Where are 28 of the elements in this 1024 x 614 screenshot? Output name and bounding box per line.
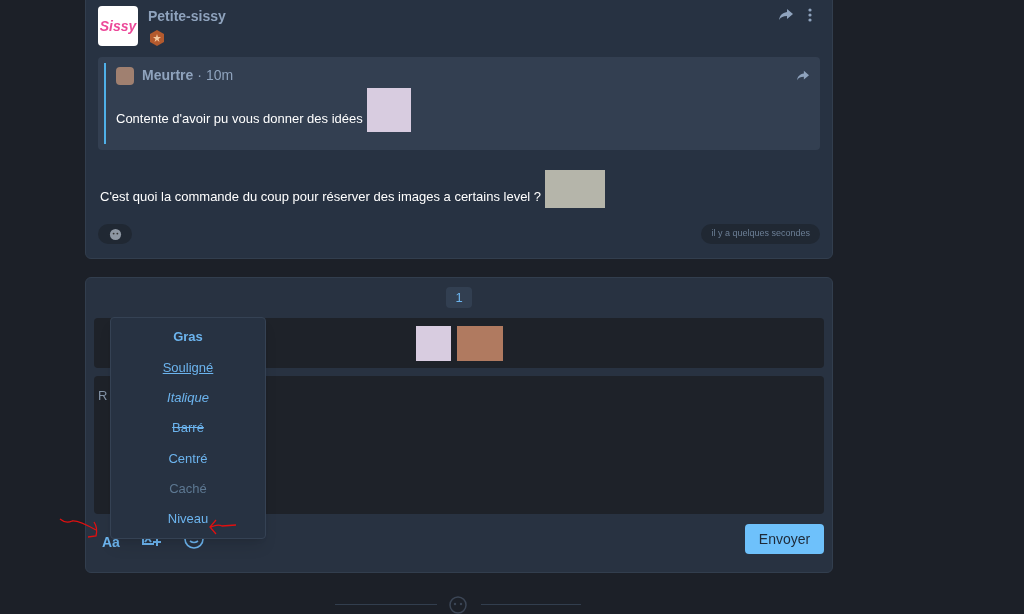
page-number[interactable]: 1 xyxy=(446,287,472,308)
quote-time: · 10m xyxy=(197,66,234,85)
author-name: Petite-sissy xyxy=(148,7,226,26)
avatar-photo xyxy=(116,66,134,85)
share-icon[interactable] xyxy=(796,69,810,82)
share-icon[interactable] xyxy=(778,8,794,22)
sticker-image xyxy=(545,170,606,208)
badge-icon xyxy=(148,29,166,47)
timestamp: il y a quelques secondes xyxy=(701,224,820,244)
emoji-icon xyxy=(449,596,467,614)
quote-text: Contente d'avoir pu vous donner des idées xyxy=(116,109,363,128)
format-button[interactable]: Aa xyxy=(102,531,120,553)
more-icon[interactable] xyxy=(808,8,812,22)
menu-item[interactable]: Barré xyxy=(172,418,204,438)
sticker-image[interactable] xyxy=(415,325,451,361)
reaction-button[interactable] xyxy=(98,224,132,244)
message-text: C'est quoi la commande du coup pour réserver des images a certains level ? xyxy=(100,187,542,206)
sticker-image xyxy=(366,88,411,132)
logo-text: Sissy xyxy=(99,16,137,36)
quote-author: Meurtre xyxy=(142,66,194,85)
menu-item[interactable]: Gras xyxy=(173,327,203,347)
annotation-drawing xyxy=(58,516,100,538)
send-button[interactable]: Envoyer xyxy=(745,524,824,554)
emoji-icon xyxy=(108,227,122,241)
sticker-image[interactable] xyxy=(456,325,503,361)
menu-item[interactable]: Souligné xyxy=(162,357,214,378)
menu-item[interactable]: Italique xyxy=(167,387,209,408)
menu-item[interactable]: Centré xyxy=(168,448,208,468)
